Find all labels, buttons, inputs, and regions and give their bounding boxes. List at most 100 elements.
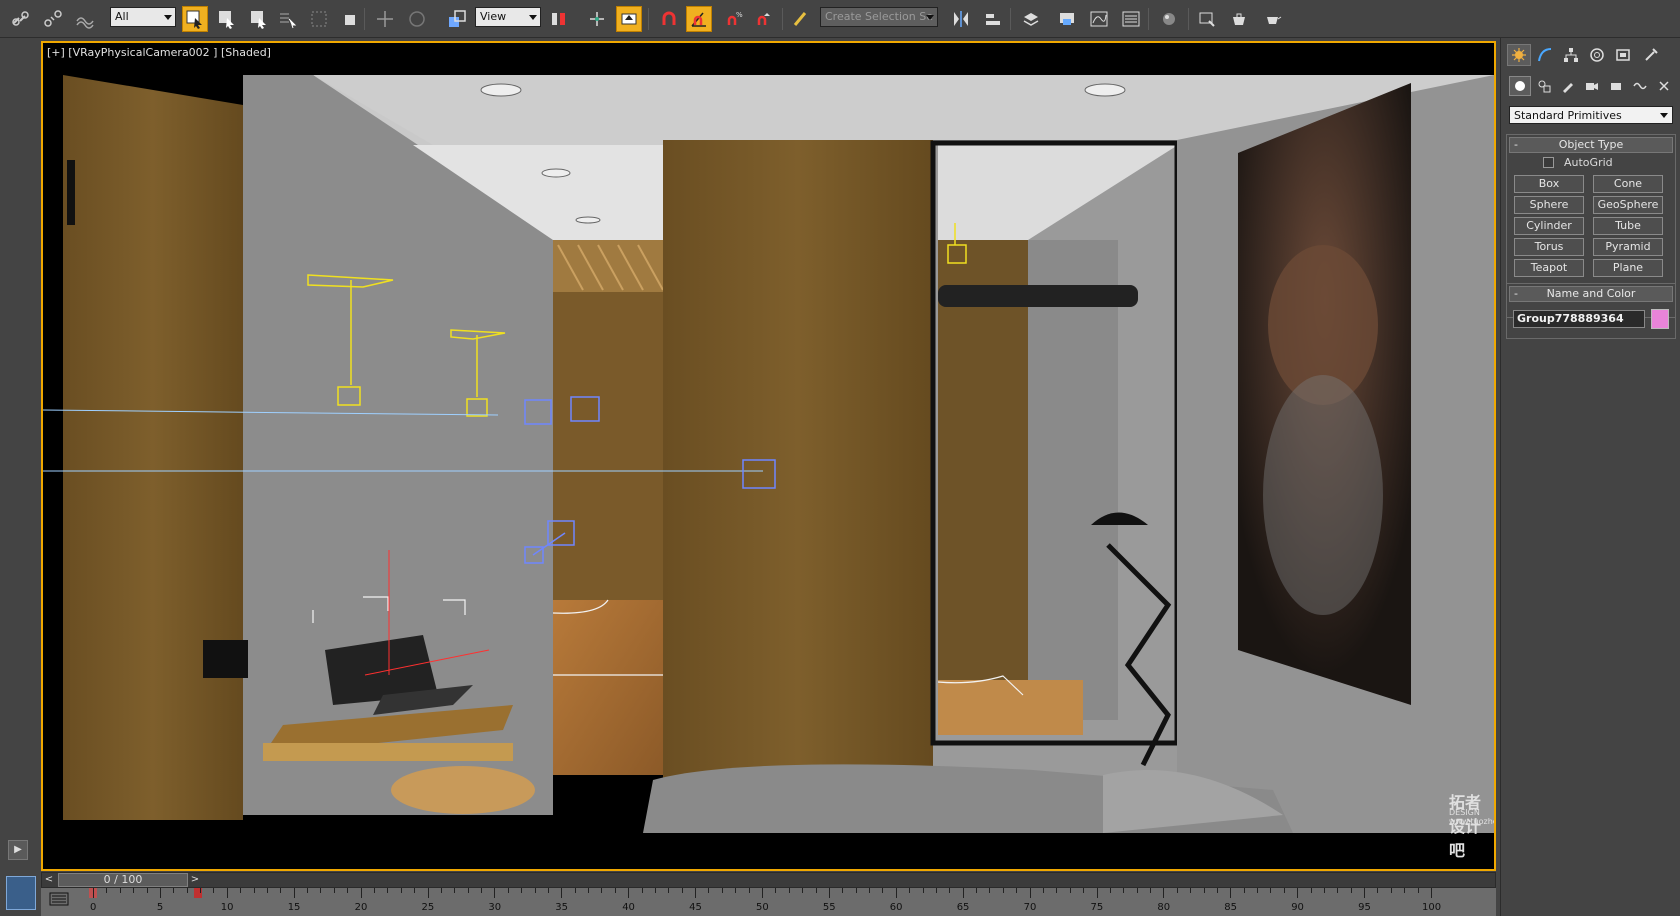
material-editor-icon[interactable] <box>1156 6 1182 32</box>
select-scale-icon[interactable] <box>444 6 470 32</box>
window-crossing-icon[interactable] <box>306 6 332 32</box>
viewport-perspective[interactable]: [+] [VRayPhysicalCamera002 ] [Shaded] 拓者… <box>41 41 1496 871</box>
mirror-icon[interactable] <box>948 6 974 32</box>
pivot-icon[interactable] <box>546 6 572 32</box>
frame-tick <box>106 888 108 893</box>
lights-category-icon[interactable] <box>1557 76 1579 96</box>
percent-snap-icon[interactable]: % <box>720 6 746 32</box>
geometry-category-icon[interactable] <box>1509 76 1531 96</box>
next-frame-icon[interactable]: > <box>188 873 202 887</box>
geosphere-button[interactable]: GeoSphere <box>1593 196 1663 214</box>
select-rotate-icon[interactable] <box>404 6 430 32</box>
primitive-category-dropdown[interactable]: Standard Primitives <box>1509 106 1673 124</box>
play-arrow-icon[interactable]: ▶ <box>8 840 28 860</box>
cone-button[interactable]: Cone <box>1593 175 1663 193</box>
name-and-color-header[interactable]: - Name and Color <box>1509 286 1673 302</box>
manipulate-icon[interactable] <box>584 6 610 32</box>
frame-tick <box>333 888 335 893</box>
keyboard-shortcut-override-icon[interactable] <box>616 6 642 32</box>
schematic-view-icon[interactable] <box>1118 6 1144 32</box>
create-tab-icon[interactable] <box>1507 44 1531 66</box>
graphite-tools-icon[interactable] <box>1054 6 1080 32</box>
frame-tick <box>534 888 536 893</box>
render-setup-icon[interactable] <box>1194 6 1220 32</box>
plane-button[interactable]: Plane <box>1593 259 1663 277</box>
cameras-category-icon[interactable] <box>1581 76 1603 96</box>
frame-tick <box>641 888 643 893</box>
frame-tick <box>1069 888 1071 893</box>
frame-tick <box>1123 888 1125 893</box>
curve-editor-icon[interactable] <box>1086 6 1112 32</box>
spacewarps-category-icon[interactable] <box>1629 76 1651 96</box>
coordinate-system-value: View <box>480 10 507 23</box>
frame-tick <box>1431 888 1432 898</box>
prev-frame-icon[interactable]: < <box>42 873 56 887</box>
box-button[interactable]: Box <box>1514 175 1584 193</box>
frame-tick <box>1096 888 1098 898</box>
frame-tick-label: 35 <box>555 902 569 913</box>
systems-category-icon[interactable] <box>1653 76 1675 96</box>
sphere-button[interactable]: Sphere <box>1514 196 1584 214</box>
selection-filter-value: All <box>115 10 129 23</box>
reference-coordinate-dropdown[interactable]: View <box>475 7 541 27</box>
select-by-name-icon[interactable] <box>214 6 240 32</box>
svg-text:%: % <box>736 11 743 19</box>
named-selection-placeholder: Create Selection Se <box>825 10 933 23</box>
shapes-category-icon[interactable] <box>1533 76 1555 96</box>
track-bar[interactable]: 0 5 10 15 20 25 30 35 40 45 50 55 60 65 70 75 80 85 90 95 10… <box>41 888 1496 916</box>
frame-tick <box>521 888 523 893</box>
frame-tick <box>1364 888 1366 898</box>
torus-button[interactable]: Torus <box>1514 238 1584 256</box>
tube-button[interactable]: Tube <box>1593 217 1663 235</box>
frame-tick <box>240 888 242 893</box>
layer-manager-icon[interactable] <box>1018 6 1044 32</box>
frame-tick <box>1390 888 1392 893</box>
display-tab-icon[interactable] <box>1611 44 1635 66</box>
time-slider-thumb[interactable]: 0 / 100 <box>58 873 188 887</box>
edit-named-selection-icon[interactable] <box>788 6 814 32</box>
object-name-field[interactable]: Group778889364 <box>1513 310 1645 328</box>
primitive-category-value: Standard Primitives <box>1514 109 1622 122</box>
render-production-icon[interactable] <box>1260 6 1286 32</box>
named-selection-dropdown[interactable]: Create Selection Se <box>820 7 938 27</box>
snap-toggle-icon[interactable] <box>656 6 682 32</box>
utilities-tab-icon[interactable] <box>1639 44 1663 66</box>
object-type-header[interactable]: - Object Type <box>1509 137 1673 153</box>
rectangular-selection-icon[interactable] <box>246 6 272 32</box>
rendered-frame-icon[interactable] <box>1226 6 1252 32</box>
unlink-icon[interactable] <box>40 6 66 32</box>
command-panel: Standard Primitives - Object Type AutoGri… <box>1500 38 1680 916</box>
spinner-snap-icon[interactable] <box>750 6 776 32</box>
angle-snap-icon[interactable] <box>686 6 712 32</box>
select-region-icon[interactable] <box>274 6 300 32</box>
frame-tick-label: 55 <box>822 902 836 913</box>
frame-tick <box>708 888 710 893</box>
frame-tick <box>1190 888 1192 893</box>
frame-tick <box>93 888 94 898</box>
frame-tick <box>695 888 697 898</box>
frame-tick <box>1002 888 1004 893</box>
object-color-swatch[interactable] <box>1651 309 1669 329</box>
select-object-icon[interactable] <box>182 6 208 32</box>
autogrid-checkbox[interactable] <box>1543 157 1554 168</box>
modify-tab-icon[interactable] <box>1533 44 1557 66</box>
bind-spacewarp-icon[interactable] <box>72 6 98 32</box>
hierarchy-tab-icon[interactable] <box>1559 44 1583 66</box>
link-icon[interactable] <box>8 6 34 32</box>
open-mini-curve-editor-icon[interactable] <box>49 892 75 910</box>
maxscript-listener-icon[interactable] <box>6 876 36 910</box>
align-icon[interactable] <box>980 6 1006 32</box>
selection-filter-dropdown[interactable]: All <box>110 7 176 27</box>
viewport-label[interactable]: [+] [VRayPhysicalCamera002 ] [Shaded] <box>47 46 271 59</box>
paint-selection-icon[interactable] <box>336 6 362 32</box>
pyramid-button[interactable]: Pyramid <box>1593 238 1663 256</box>
frame-tick <box>1216 888 1218 893</box>
motion-tab-icon[interactable] <box>1585 44 1609 66</box>
helpers-category-icon[interactable] <box>1605 76 1627 96</box>
cylinder-button[interactable]: Cylinder <box>1514 217 1584 235</box>
select-move-icon[interactable] <box>372 6 398 32</box>
frame-tick <box>1056 888 1058 893</box>
teapot-button[interactable]: Teapot <box>1514 259 1584 277</box>
time-slider[interactable]: < 0 / 100 > <box>41 872 1496 888</box>
frame-tick <box>588 888 590 893</box>
